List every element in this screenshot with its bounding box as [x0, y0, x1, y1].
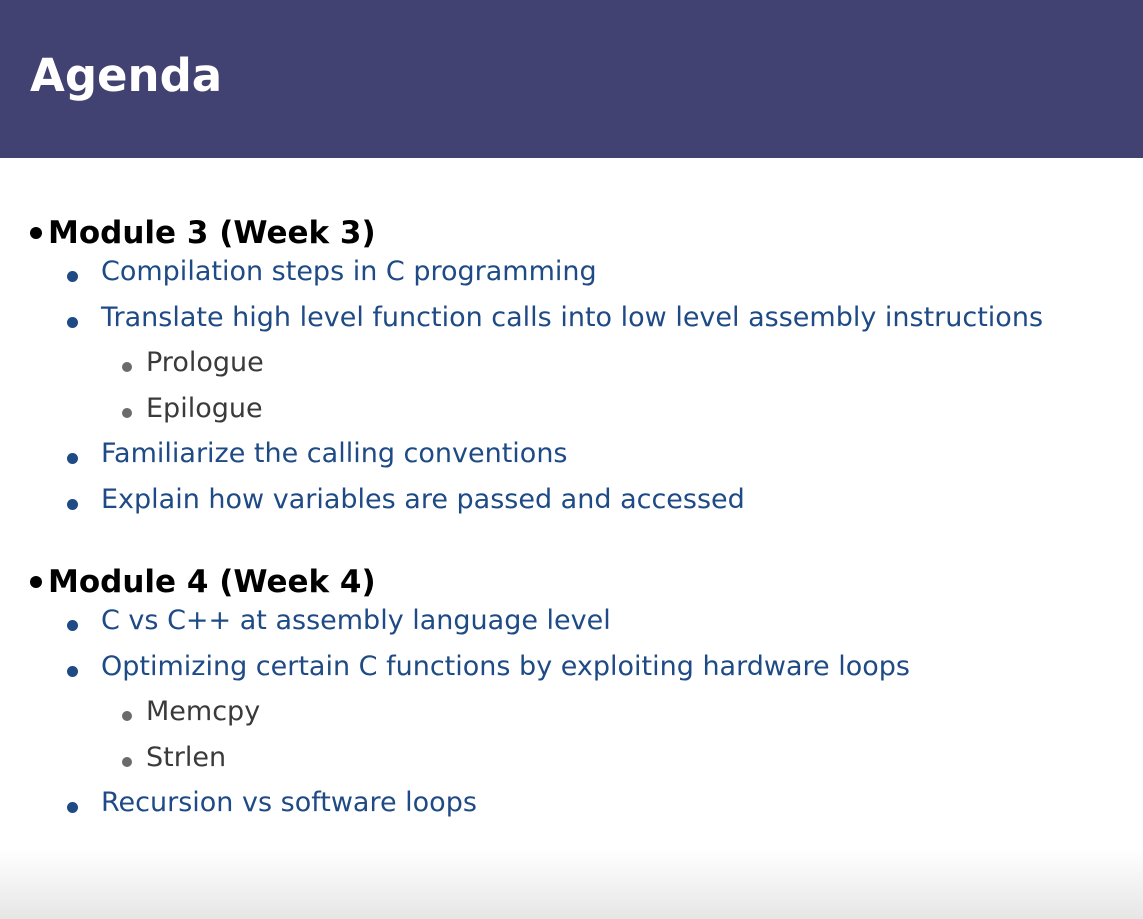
- list-item-text: Familiarize the calling conventions: [101, 438, 568, 469]
- bullet-icon: [122, 407, 132, 418]
- bottom-shadow: [0, 849, 1143, 919]
- module-section: Module 3 (Week 3) Compilation steps in C…: [30, 213, 1130, 533]
- module-heading-text: Module 3 (Week 3): [48, 215, 376, 251]
- list-item: Epilogue: [30, 392, 1130, 443]
- list-item-text: Strlen: [146, 741, 227, 773]
- bullet-icon: [67, 453, 78, 464]
- list-item: Optimizing certain C functions by exploi…: [30, 650, 1130, 701]
- list-item-text: Compilation steps in C programming: [101, 256, 597, 287]
- slide-content: Module 3 (Week 3) Compilation steps in C…: [0, 0, 1143, 919]
- module-heading: Module 4 (Week 4): [30, 562, 1130, 602]
- bullet-icon: [67, 802, 78, 813]
- list-item: C vs C++ at assembly language level: [30, 605, 1130, 655]
- list-item-text: Epilogue: [146, 392, 263, 424]
- list-item-text: Memcpy: [146, 696, 261, 727]
- list-item-text: Recursion vs software loops: [101, 787, 477, 818]
- list-item: Compilation steps in C programming: [30, 256, 1130, 306]
- bullet-icon: [67, 271, 78, 282]
- bullet-icon: [67, 498, 78, 510]
- bullet-icon: [30, 226, 42, 239]
- module-heading-text: Module 4 (Week 4): [48, 564, 376, 600]
- list-item: Strlen: [30, 741, 1130, 792]
- list-item: Translate high level function calls into…: [30, 301, 1130, 352]
- module-heading: Module 3 (Week 3): [30, 213, 1130, 253]
- list-item: Explain how variables are passed and acc…: [30, 483, 1130, 534]
- list-item-text: Translate high level function calls into…: [101, 301, 1044, 333]
- bullet-icon: [30, 575, 42, 588]
- bullet-icon: [67, 316, 78, 328]
- list-item: Recursion vs software loops: [30, 787, 1130, 837]
- bullet-icon: [122, 756, 132, 767]
- list-item-text: Explain how variables are passed and acc…: [101, 483, 745, 515]
- slide: Agenda Module 3 (Week 3) Compilation ste…: [0, 0, 1143, 919]
- bullet-icon: [67, 620, 78, 631]
- list-item-text: Prologue: [146, 347, 264, 378]
- list-item: Familiarize the calling conventions: [30, 438, 1130, 488]
- list-item: Prologue: [30, 347, 1130, 397]
- module-section: Module 4 (Week 4) C vs C++ at assembly l…: [30, 562, 1130, 837]
- list-item-text: C vs C++ at assembly language level: [101, 605, 611, 636]
- list-item: Memcpy: [30, 696, 1130, 746]
- bullet-icon: [122, 362, 132, 372]
- bullet-icon: [122, 711, 132, 721]
- bullet-icon: [67, 665, 78, 677]
- list-item-text: Optimizing certain C functions by exploi…: [101, 650, 910, 682]
